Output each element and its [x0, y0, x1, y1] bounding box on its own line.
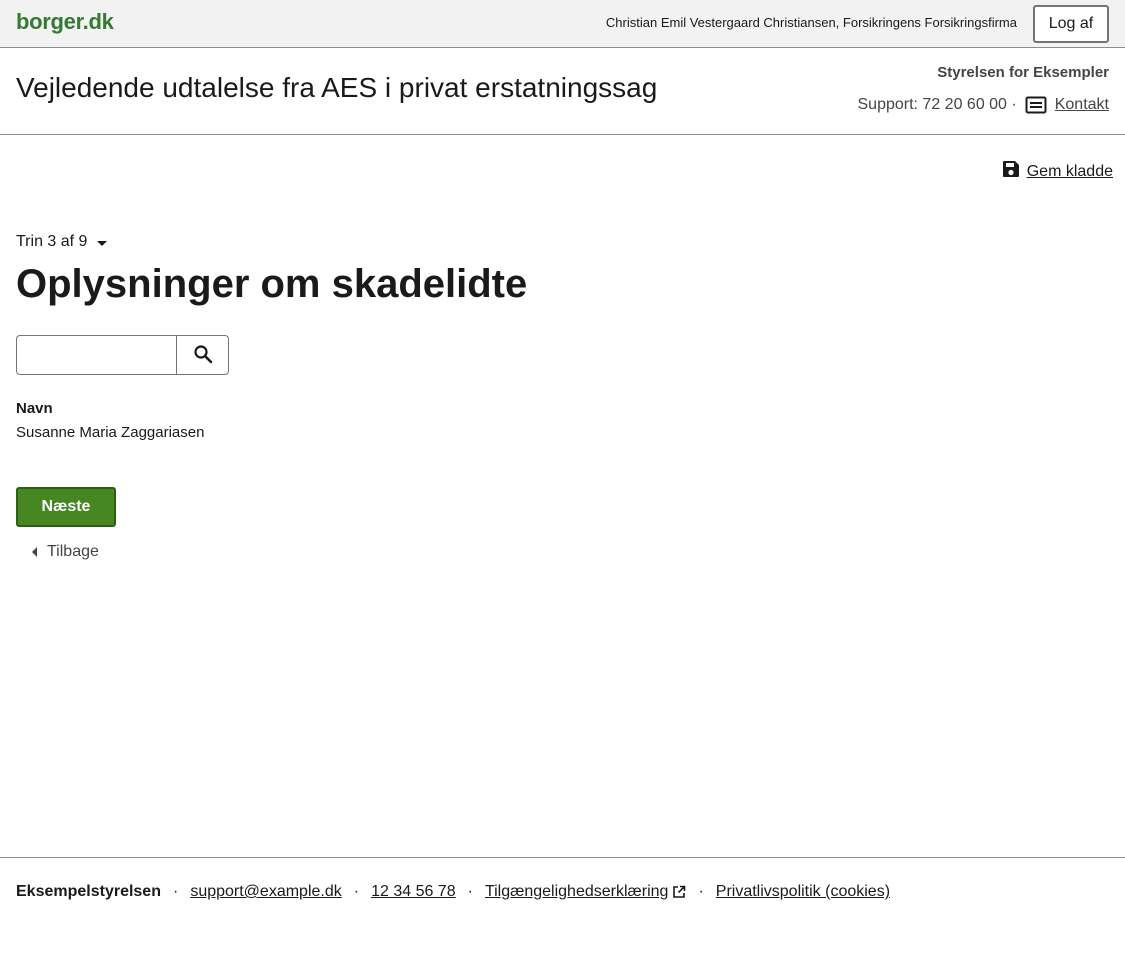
top-bar: borger.dk Christian Emil Vestergaard Chr… [0, 0, 1125, 48]
footer-privacy-link[interactable]: Privatlivspolitik (cookies) [716, 883, 890, 901]
back-link[interactable]: Tilbage [32, 543, 99, 561]
footer-separator: · [172, 883, 179, 900]
search-input[interactable] [16, 335, 176, 375]
footer-separator: · [467, 883, 473, 900]
support-line: Support: 72 20 60 00 · Kontakt [857, 96, 1109, 114]
search-button[interactable] [176, 335, 229, 375]
step-indicator[interactable]: Trin 3 af 9 [16, 233, 108, 251]
footer-phone-link[interactable]: 12 34 56 78 [371, 883, 456, 901]
name-label: Navn [16, 400, 53, 417]
authority-name: Styrelsen for Eksempler [937, 64, 1109, 81]
save-icon [1001, 159, 1021, 184]
back-label: Tilbage [47, 543, 99, 560]
next-button[interactable]: Næste [16, 487, 116, 527]
message-icon [1025, 96, 1047, 114]
external-link-icon [672, 885, 686, 899]
support-phone: Support: 72 20 60 00 · [857, 96, 1017, 113]
page-title: Oplysninger om skadelidte [16, 262, 528, 306]
save-draft-button[interactable]: Gem kladde [1001, 159, 1113, 184]
chevron-down-icon [97, 241, 108, 246]
footer-accessibility-link[interactable]: Tilgængelighedserklæring [485, 883, 669, 901]
footer-org: Eksempelstyrelsen [16, 883, 161, 900]
footer: Eksempelstyrelsen · support@example.dk ·… [0, 857, 1125, 961]
footer-separator: · [353, 883, 360, 900]
footer-links: Eksempelstyrelsen · support@example.dk ·… [16, 883, 890, 901]
name-value: Susanne Maria Zaggariasen [16, 424, 205, 441]
solution-title: Vejledende udtalelse fra AES i privat er… [16, 72, 658, 103]
save-draft-label: Gem kladde [1026, 162, 1113, 180]
footer-separator: · [698, 883, 704, 900]
logged-in-user: Christian Emil Vestergaard Christiansen,… [605, 15, 1017, 30]
step-label: Trin 3 af 9 [16, 233, 88, 250]
search-icon [193, 344, 213, 367]
borger-logo[interactable]: borger.dk [16, 9, 114, 35]
footer-email-link[interactable]: support@example.dk [190, 883, 341, 901]
chevron-left-icon [32, 547, 37, 557]
contact-link[interactable]: Kontakt [1055, 96, 1109, 114]
solution-header: Vejledende udtalelse fra AES i privat er… [0, 48, 1125, 135]
search-box [16, 335, 229, 375]
logout-button[interactable]: Log af [1033, 5, 1109, 43]
